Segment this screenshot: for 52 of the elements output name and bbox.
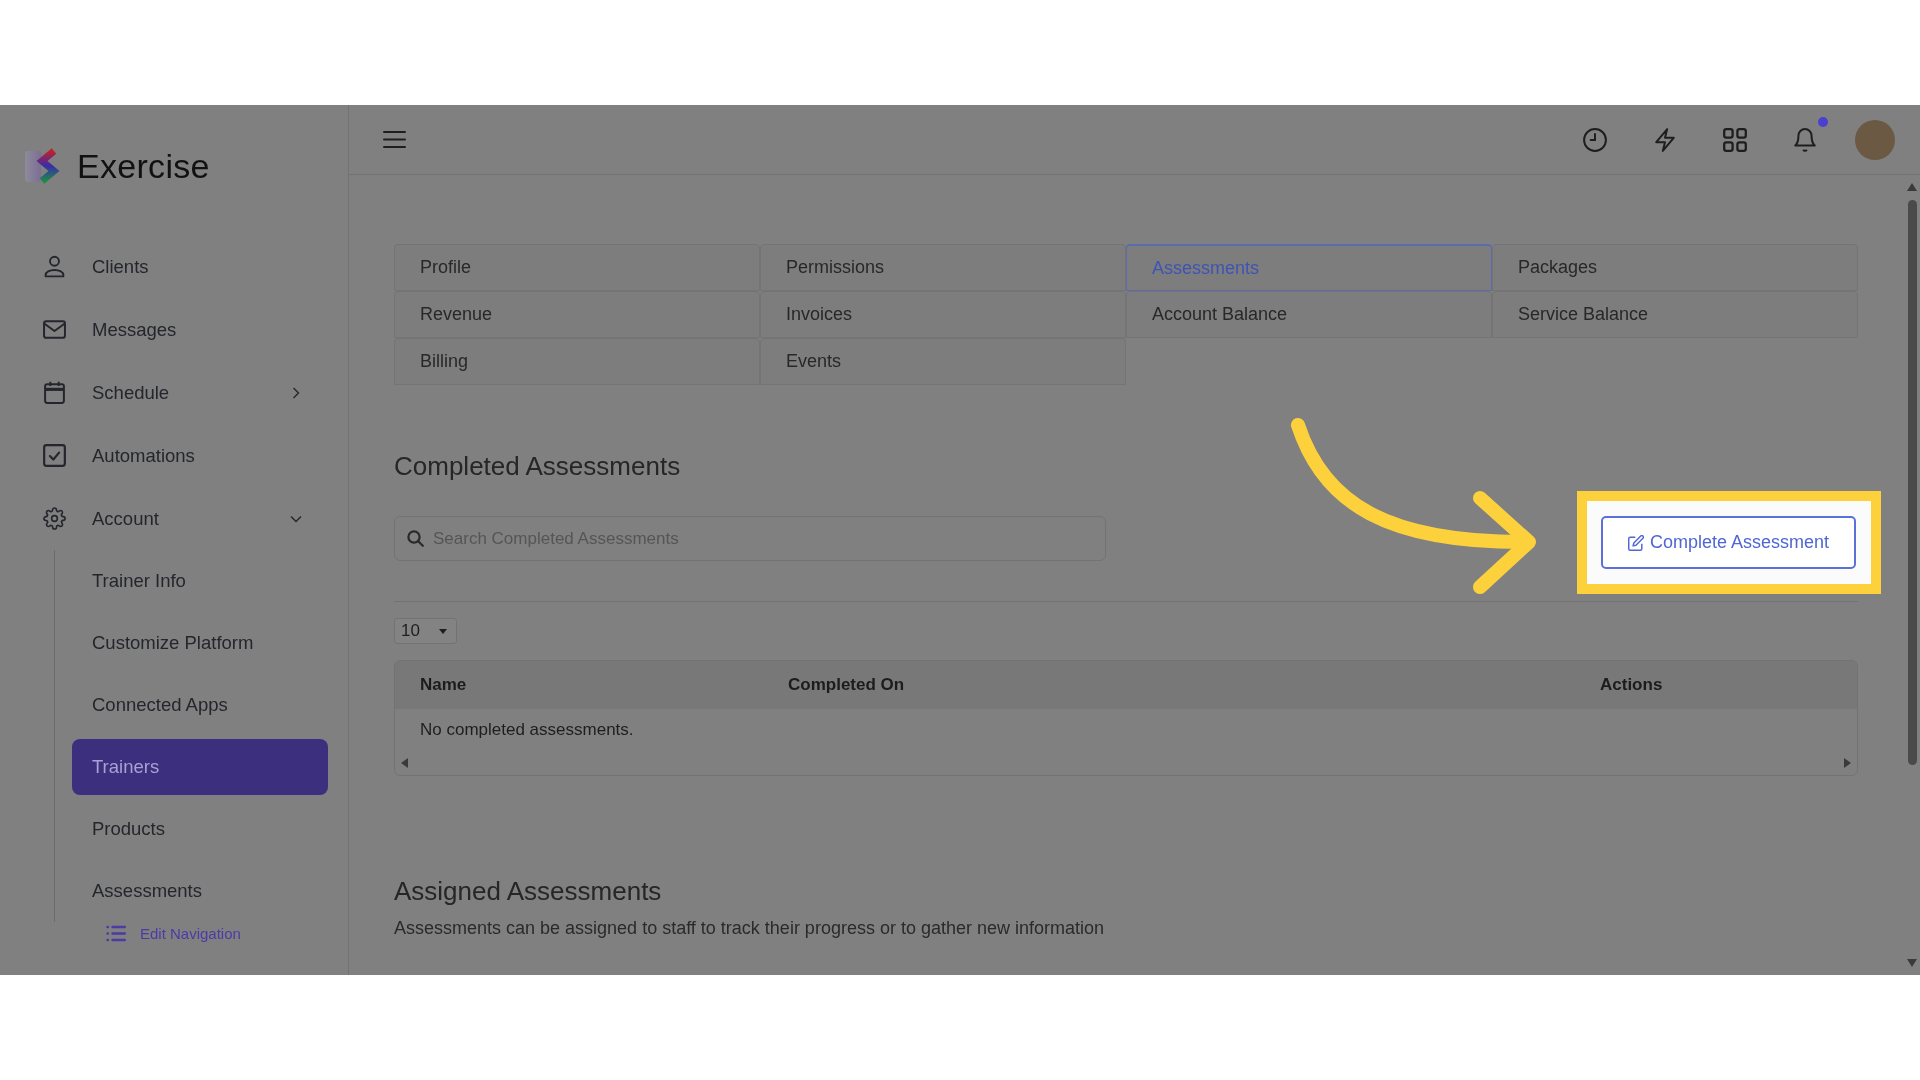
bell-icon[interactable] xyxy=(1793,127,1817,152)
calendar-icon xyxy=(43,381,66,404)
scroll-up-icon[interactable] xyxy=(1907,183,1917,191)
sidebar-item[interactable]: Messages xyxy=(0,298,348,361)
envelope-icon xyxy=(43,318,66,341)
column-header[interactable]: Name xyxy=(395,675,467,695)
scrollbar-thumb[interactable] xyxy=(1907,200,1917,765)
grid-icon[interactable] xyxy=(1723,127,1747,152)
section-title: Assigned Assessments xyxy=(394,876,662,906)
sidebar-item[interactable]: Schedule xyxy=(0,361,348,424)
checkbox-icon xyxy=(43,444,66,467)
sidebar-subitem[interactable]: Customize Platform xyxy=(72,615,328,671)
sidebar-item[interactable]: Clients xyxy=(0,235,348,298)
person-icon xyxy=(43,255,66,278)
scroll-right-icon[interactable] xyxy=(1844,758,1851,768)
section-description: Assessments can be assigned to staff to track their progress or to gather new information xyxy=(394,917,1105,939)
tab[interactable]: Service Balance xyxy=(1492,291,1858,338)
tab[interactable]: Profile xyxy=(394,244,760,291)
search-icon xyxy=(407,530,424,547)
clock-icon[interactable] xyxy=(1583,127,1607,152)
column-header[interactable]: Actions xyxy=(1575,675,1663,695)
scroll-down-icon[interactable] xyxy=(1907,959,1917,967)
logo-icon xyxy=(25,148,60,184)
sidebar-subitem[interactable]: Connected Apps xyxy=(72,677,328,733)
column-header[interactable]: Completed On xyxy=(763,675,905,695)
menu-icon[interactable] xyxy=(383,130,406,149)
sidebar-item[interactable]: Account xyxy=(0,487,348,550)
complete-assessment-button[interactable]: Complete Assessment xyxy=(1601,516,1856,569)
scroll-left-icon[interactable] xyxy=(401,758,408,768)
section-title: Completed Assessments xyxy=(394,451,681,481)
sidebar-item[interactable]: Automations xyxy=(0,424,348,487)
tab[interactable]: Revenue xyxy=(394,291,760,338)
tab[interactable]: Permissions xyxy=(760,244,1126,291)
tab[interactable]: Invoices xyxy=(760,291,1126,338)
page-size-select[interactable]: 10 xyxy=(394,618,457,644)
avatar[interactable] xyxy=(1855,119,1895,160)
sidebar-subitem[interactable]: Trainer Info xyxy=(72,553,328,609)
sidebar-subitem[interactable]: Products xyxy=(72,801,328,857)
app-name: Exercise xyxy=(77,148,210,184)
edit-navigation-link[interactable]: Edit Navigation xyxy=(106,922,241,944)
lightning-bolt-icon[interactable] xyxy=(1653,127,1677,152)
list-icon xyxy=(106,924,126,942)
edit-icon xyxy=(1627,534,1644,551)
caret-icon xyxy=(439,628,447,634)
tab[interactable]: Billing xyxy=(394,338,760,385)
settings-icon xyxy=(43,507,66,530)
tab[interactable]: Events xyxy=(760,338,1126,385)
empty-message: No completed assessments. xyxy=(419,719,634,741)
tab[interactable]: Account Balance xyxy=(1126,291,1492,338)
tab[interactable]: Packages xyxy=(1492,244,1858,291)
sidebar-subitem[interactable]: Trainers xyxy=(72,739,328,795)
sidebar-subitem[interactable]: Assessments xyxy=(72,863,328,919)
